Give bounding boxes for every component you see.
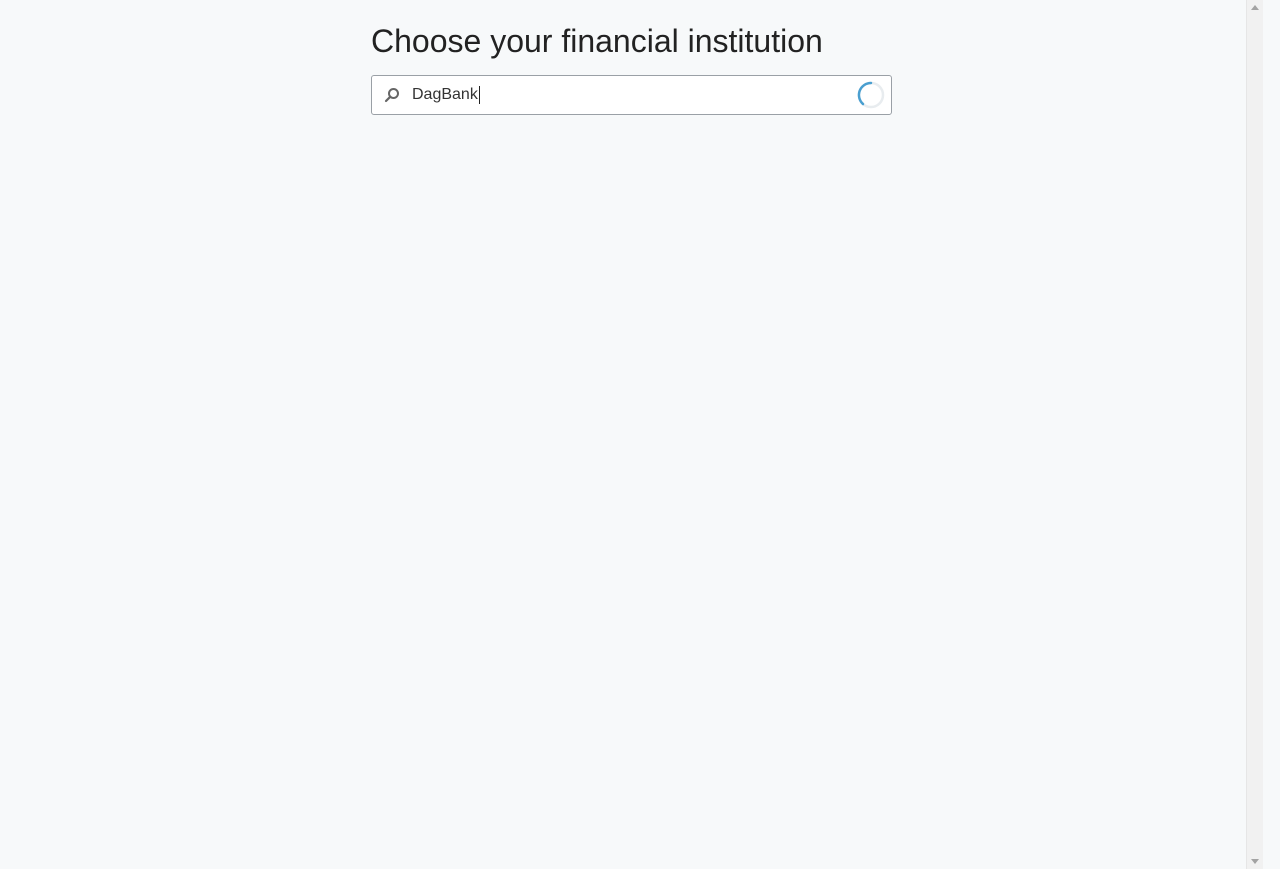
search-input[interactable]: DagBank: [412, 76, 480, 114]
scroll-up-arrow-icon[interactable]: [1251, 5, 1259, 10]
vertical-scrollbar[interactable]: [1246, 0, 1263, 869]
page-title: Choose your financial institution: [371, 23, 823, 59]
institution-picker: Choose your financial institution DagBan…: [371, 20, 892, 115]
search-icon: [384, 87, 400, 103]
scroll-down-arrow-icon[interactable]: [1251, 859, 1259, 864]
page: Choose your financial institution DagBan…: [0, 0, 1263, 869]
institution-search-box[interactable]: DagBank: [371, 75, 892, 115]
text-caret: [478, 85, 480, 104]
search-input-value: DagBank: [412, 86, 478, 103]
loading-spinner-icon: [857, 81, 885, 109]
